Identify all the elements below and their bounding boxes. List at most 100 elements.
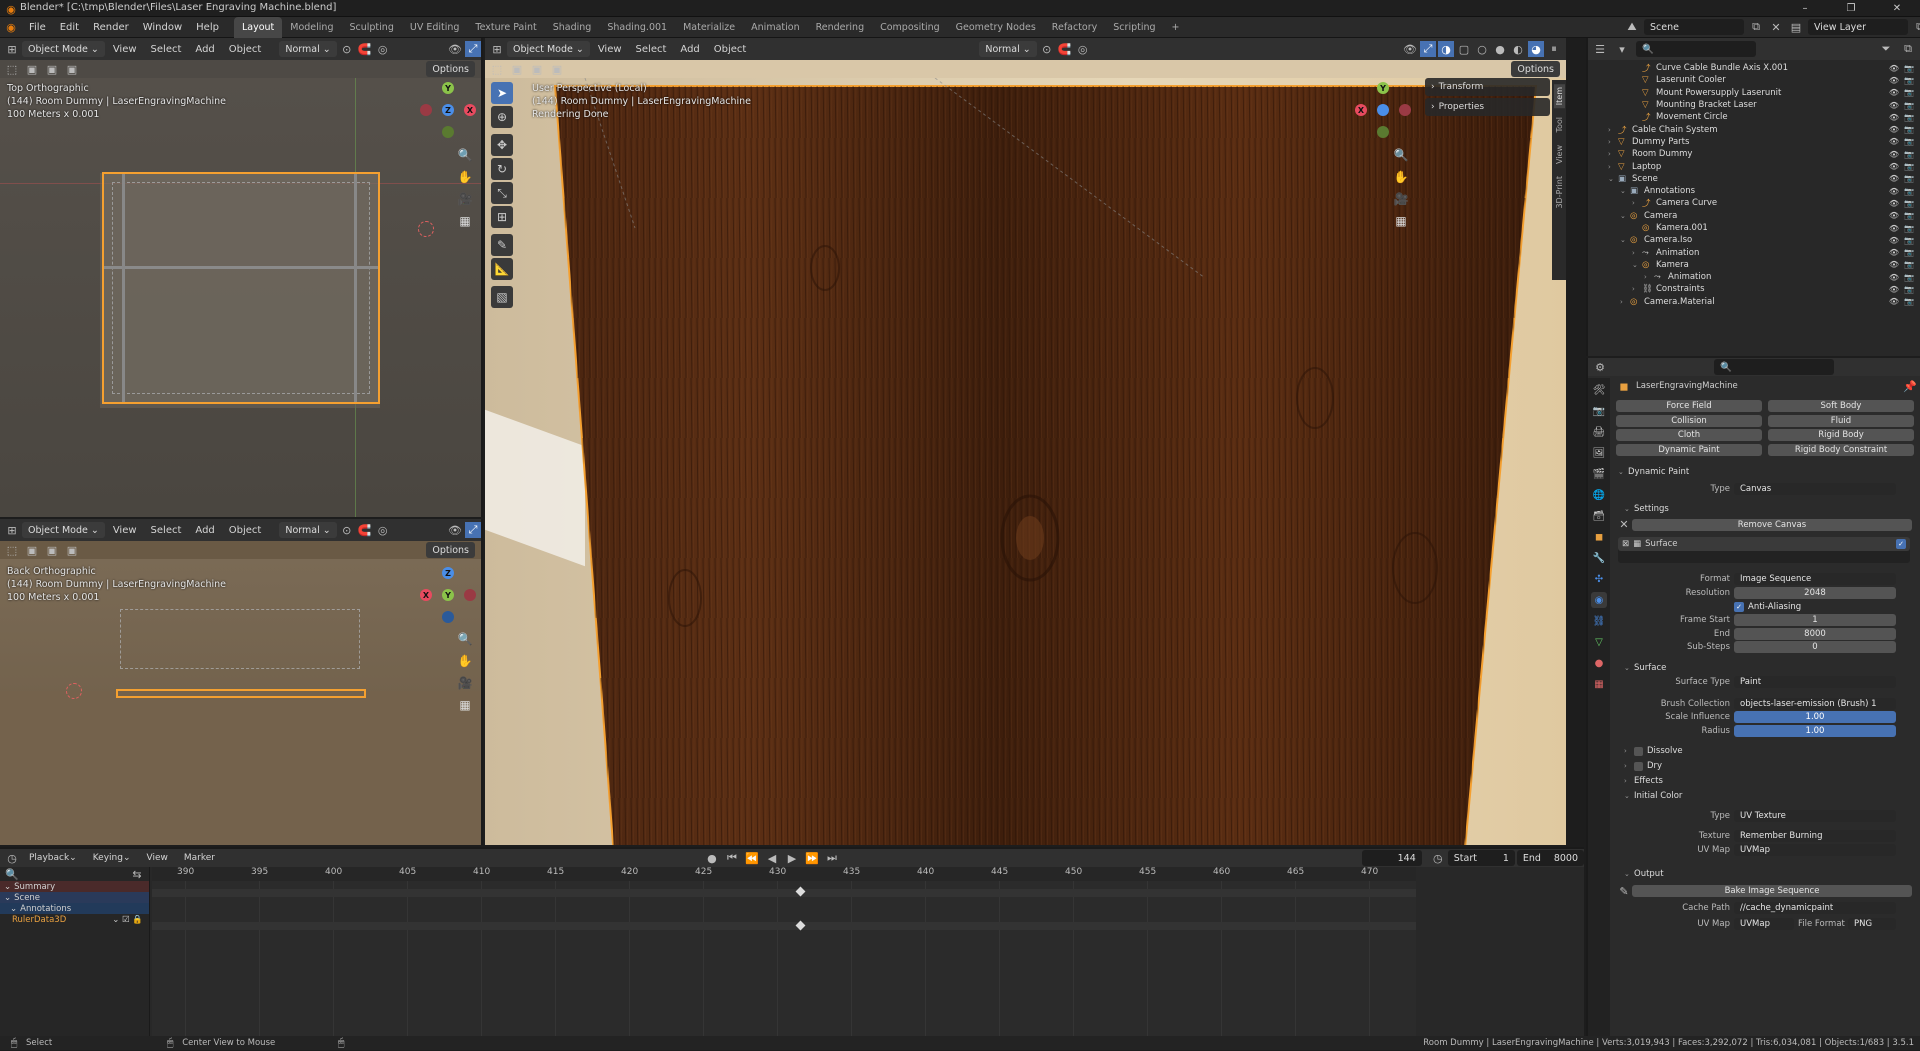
timeline-area[interactable]: 390 395 400 405 410 415 420 425 430 435 440 445 450 4… [152,867,1416,1036]
physics-fluid-button[interactable]: Fluid [1768,414,1914,427]
navigation-gizmo[interactable]: Y X [1355,82,1411,138]
render-camera-icon[interactable]: 📷 [1904,113,1914,122]
expand-toggle-icon[interactable]: ⌄ [1608,175,1618,183]
eye-icon[interactable]: 👁 [1889,174,1899,183]
physics-dynamic-paint-button[interactable]: Dynamic Paint [1616,443,1762,456]
options-button[interactable]: Options [426,61,475,77]
outliner-row[interactable]: › ▽ Laptop 👁 📷 [1588,160,1920,172]
menu-add[interactable]: Add [189,525,220,536]
substeps-field[interactable]: 0 [1734,641,1896,654]
panel-initial-color[interactable]: ⌄ Initial Color [1612,789,1918,804]
menu-add[interactable]: Add [189,44,220,55]
jump-end-icon[interactable]: ⏭ [824,850,840,866]
outliner-row[interactable]: › ⛓ Constraints 👁 📷 [1588,283,1920,295]
viewport-top-ortho[interactable]: ⊞ Object Mode ⌄ View Select Add Object N… [0,38,483,517]
expand-toggle-icon[interactable]: › [1620,298,1630,306]
tab-tool[interactable]: Tool [1554,114,1565,136]
expand-toggle-icon[interactable]: › [1632,199,1642,207]
measure-tool-icon[interactable]: 📐 [491,258,513,280]
outliner-search-input[interactable]: 🔍 [1636,41,1756,57]
collapse-icon[interactable]: ⇆ [129,866,145,882]
gizmo-toggle-icon[interactable]: ⤢ [465,41,481,57]
add-cube-tool-icon[interactable]: ▧ [491,286,513,308]
select-mode-extend-icon[interactable]: ▣ [44,542,60,558]
render-camera-icon[interactable]: 📷 [1904,174,1914,183]
render-camera-icon[interactable]: 📷 [1904,273,1914,282]
render-camera-icon[interactable]: 📷 [1904,297,1914,306]
eye-icon[interactable]: 👁 [1889,248,1899,257]
pivot-icon[interactable]: ⊙ [1039,41,1055,57]
select-box-icon[interactable]: ⬚ [489,61,505,77]
prev-keyframe-icon[interactable]: ⏪ [744,850,760,866]
menu-view[interactable]: View [107,525,143,536]
snap-icon[interactable]: 🧲 [1057,41,1073,57]
eye-icon[interactable]: 👁 [1889,76,1899,85]
render-camera-icon[interactable]: 📷 [1904,260,1914,269]
tab-uv-editing[interactable]: UV Editing [402,17,468,38]
gizmo-z-axis[interactable]: Z [442,567,454,579]
eye-icon[interactable]: 👁 [1889,64,1899,73]
proportional-edit-icon[interactable]: ◎ [375,41,391,57]
outliner-row[interactable]: › ⤳ Animation 👁 📷 [1588,246,1920,258]
menu-marker[interactable]: Marker [177,849,222,867]
select-mode-new-icon[interactable]: ▣ [24,542,40,558]
particles-tab-icon[interactable]: ✣ [1591,571,1607,587]
current-frame-field[interactable]: 144 [1361,850,1422,866]
shading-solid-icon[interactable]: ● [1492,41,1508,57]
pin-icon[interactable]: 📌 [1902,378,1918,394]
antialias-checkbox[interactable]: ✓ Anti-Aliasing [1734,601,1896,613]
physics-cloth-button[interactable]: Cloth [1616,429,1762,441]
gizmo-z-axis[interactable]: Z [442,104,454,116]
render-camera-icon[interactable]: 📷 [1904,248,1914,257]
eye-icon[interactable]: 👁 [1889,211,1899,220]
jump-start-icon[interactable]: ⏮ [724,850,740,866]
editor-type-icon[interactable]: ⊞ [4,522,20,538]
modifier-tab-icon[interactable]: 🔧 [1591,550,1607,566]
world-tab-icon[interactable]: 🌐 [1591,487,1607,503]
select-box-icon[interactable]: ⬚ [4,542,20,558]
pan-hand-icon[interactable]: ✋ [455,651,475,671]
panel-settings[interactable]: ⌄ Settings [1612,502,1918,517]
close-button[interactable]: ✕ [1874,0,1920,17]
outliner-row[interactable]: › ⤴ Cable Chain System 👁 📷 [1588,123,1920,136]
tab-scripting[interactable]: Scripting [1105,17,1163,38]
camera-view-icon[interactable]: 🎥 [455,189,475,209]
menu-view[interactable]: View [107,44,143,55]
proportional-edit-icon[interactable]: ◎ [375,522,391,538]
mode-selector[interactable]: Object Mode ⌄ [507,41,590,57]
gizmo-y-axis[interactable]: Y [442,589,454,601]
viewport-back-ortho[interactable]: ⊞ Object Mode ⌄ View Select Add Object N… [0,519,483,845]
shading-rendered-icon[interactable]: ◕ [1528,41,1544,57]
eye-icon[interactable]: 👁 [1889,273,1899,282]
outliner-row[interactable]: › ⤳ Animation 👁 📷 [1588,271,1920,283]
orientation-selector[interactable]: Normal ⌄ [279,522,337,538]
expand-toggle-icon[interactable]: › [1608,150,1618,158]
menu-select[interactable]: Select [145,44,188,55]
ortho-grid-icon[interactable]: ▦ [455,695,475,715]
eye-icon[interactable]: 👁 [1889,162,1899,171]
expand-toggle-icon[interactable]: › [1608,163,1618,171]
maximize-button[interactable]: ❐ [1828,0,1874,17]
navigation-gizmo[interactable]: Z X Y [420,567,476,623]
brush-collection-field[interactable]: objects-laser-emission (Brush) 1 [1734,697,1896,710]
expand-toggle-icon[interactable]: › [1608,126,1618,134]
uvmap-output-field[interactable]: UVMap [1734,917,1794,930]
tab-texture-paint[interactable]: Texture Paint [467,17,544,38]
pivot-icon[interactable]: ⊙ [339,41,355,57]
panel-properties[interactable]: › Properties [1425,98,1550,116]
data-tab-icon[interactable]: ▽ [1591,634,1607,650]
play-reverse-icon[interactable]: ◀ [764,850,780,866]
file-format-select[interactable]: PNG [1848,917,1896,930]
eye-icon[interactable]: 👁 [1889,113,1899,122]
outliner-row[interactable]: › ⤴ Camera Curve 👁 📷 [1588,197,1920,209]
outliner-row[interactable]: ⌄ ◎ Kamera 👁 📷 [1588,259,1920,271]
eye-icon[interactable]: 👁 [1889,285,1899,294]
physics-rigid-body-constraint-button[interactable]: Rigid Body Constraint [1768,443,1914,456]
orientation-selector[interactable]: Normal ⌄ [979,41,1037,57]
cursor-tool-icon[interactable]: ⊕ [491,106,513,128]
channel-scene[interactable]: ⌄ Scene [0,892,149,903]
panel-dissolve[interactable]: › Dissolve [1612,744,1918,759]
remove-canvas-button[interactable]: Remove Canvas [1632,518,1912,531]
physics-force-field-button[interactable]: Force Field [1616,400,1762,412]
ic-type-select[interactable]: UV Texture [1734,810,1896,823]
